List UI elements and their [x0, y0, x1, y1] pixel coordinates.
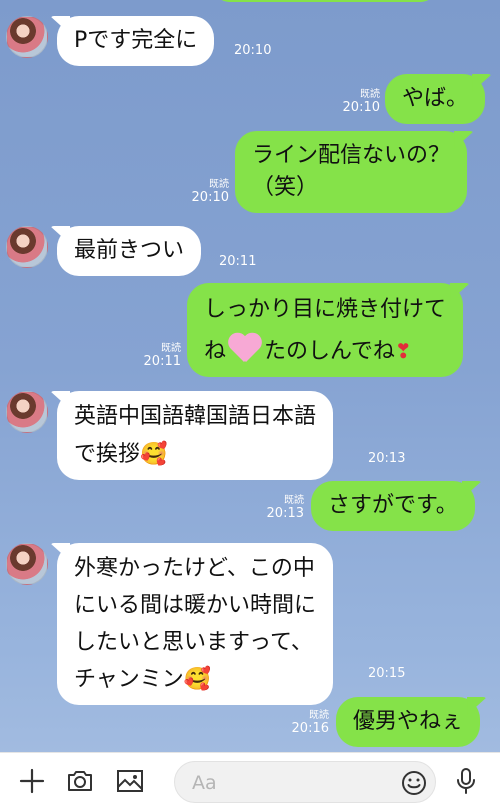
- previous-message-bubble: [215, 0, 435, 2]
- message-text-line: しっかり目に焼き付けて: [204, 297, 447, 322]
- message-meta: 既読 20:10: [189, 179, 229, 205]
- message-bubble-outgoing[interactable]: しっかり目に焼き付けて ねたのしんでね❣: [187, 283, 464, 377]
- message-time: 20:11: [219, 254, 257, 269]
- message-text: やば。: [402, 86, 469, 111]
- message-text-line: 外寒かったけど、この中: [74, 556, 315, 581]
- image-icon[interactable]: [110, 761, 150, 801]
- message-text: Pです完全に: [74, 28, 198, 53]
- microphone-icon[interactable]: [446, 761, 486, 801]
- message-text: 優男やねぇ: [353, 709, 464, 734]
- message-text-line: （笑）: [252, 175, 319, 200]
- avatar[interactable]: [6, 391, 48, 433]
- message-meta: 既読 20:11: [141, 343, 181, 369]
- message-bubble-outgoing[interactable]: 優男やねぇ: [336, 697, 481, 747]
- avatar[interactable]: [6, 16, 48, 58]
- message-text-line: ねたのしんでね❣: [204, 332, 446, 368]
- smiling-hearts-emoji-icon: 🥰: [183, 667, 212, 692]
- message-time: 20:13: [266, 506, 304, 521]
- message-bubble-outgoing[interactable]: やば。: [385, 74, 486, 124]
- message-time: 20:13: [368, 451, 406, 466]
- chat-area[interactable]: Pです完全に 20:10 既読 20:10 やば。 既読 20:10 ライン配信…: [0, 0, 500, 752]
- message-text-line: で挨拶🥰: [74, 439, 316, 471]
- message-bubble-incoming[interactable]: 最前きつい: [57, 226, 202, 276]
- smiling-hearts-emoji-icon: 🥰: [140, 442, 168, 467]
- message-text: さすがです。: [328, 493, 458, 518]
- red-heart-icon: ❣: [394, 339, 412, 363]
- message-bubble-incoming[interactable]: 外寒かったけど、この中 にいる間は暖かい時間に したいと思いますって、 チャンミ…: [57, 543, 334, 705]
- pink-heart-icon: [227, 332, 263, 364]
- emoji-icon[interactable]: [401, 770, 427, 796]
- message-meta: 既読 20:16: [289, 710, 329, 736]
- message-text-line: ライン配信ないの？: [252, 143, 451, 168]
- camera-icon[interactable]: [60, 761, 100, 801]
- message-meta: 既読 20:13: [264, 495, 304, 521]
- message-bubble-incoming[interactable]: 英語中国語韓国語日本語 で挨拶🥰: [57, 391, 334, 480]
- message-time: 20:10: [342, 100, 380, 115]
- message-text: 最前きつい: [74, 238, 185, 263]
- avatar[interactable]: [6, 226, 48, 268]
- message-text-line: したいと思いますって、: [74, 630, 313, 655]
- message-time: 20:16: [291, 721, 329, 736]
- message-input[interactable]: Aa: [174, 761, 436, 803]
- plus-icon[interactable]: [12, 761, 52, 801]
- message-bubble-incoming[interactable]: Pです完全に: [57, 16, 215, 66]
- avatar[interactable]: [6, 543, 48, 585]
- message-text-line: チャンミン🥰: [74, 664, 316, 696]
- message-bubble-outgoing[interactable]: さすがです。: [311, 481, 475, 531]
- message-text-line: 英語中国語韓国語日本語: [74, 404, 317, 429]
- message-text-line: にいる間は暖かい時間に: [74, 593, 317, 618]
- message-input-bar: Aa: [0, 752, 500, 811]
- message-time: 20:10: [191, 190, 229, 205]
- message-meta: 既読 20:10: [340, 89, 380, 115]
- message-bubble-outgoing[interactable]: ライン配信ないの？ （笑）: [235, 131, 468, 213]
- message-time: 20:10: [234, 43, 272, 58]
- message-time: 20:11: [143, 354, 181, 369]
- message-time: 20:15: [368, 666, 406, 681]
- message-input-placeholder: Aa: [192, 772, 217, 794]
